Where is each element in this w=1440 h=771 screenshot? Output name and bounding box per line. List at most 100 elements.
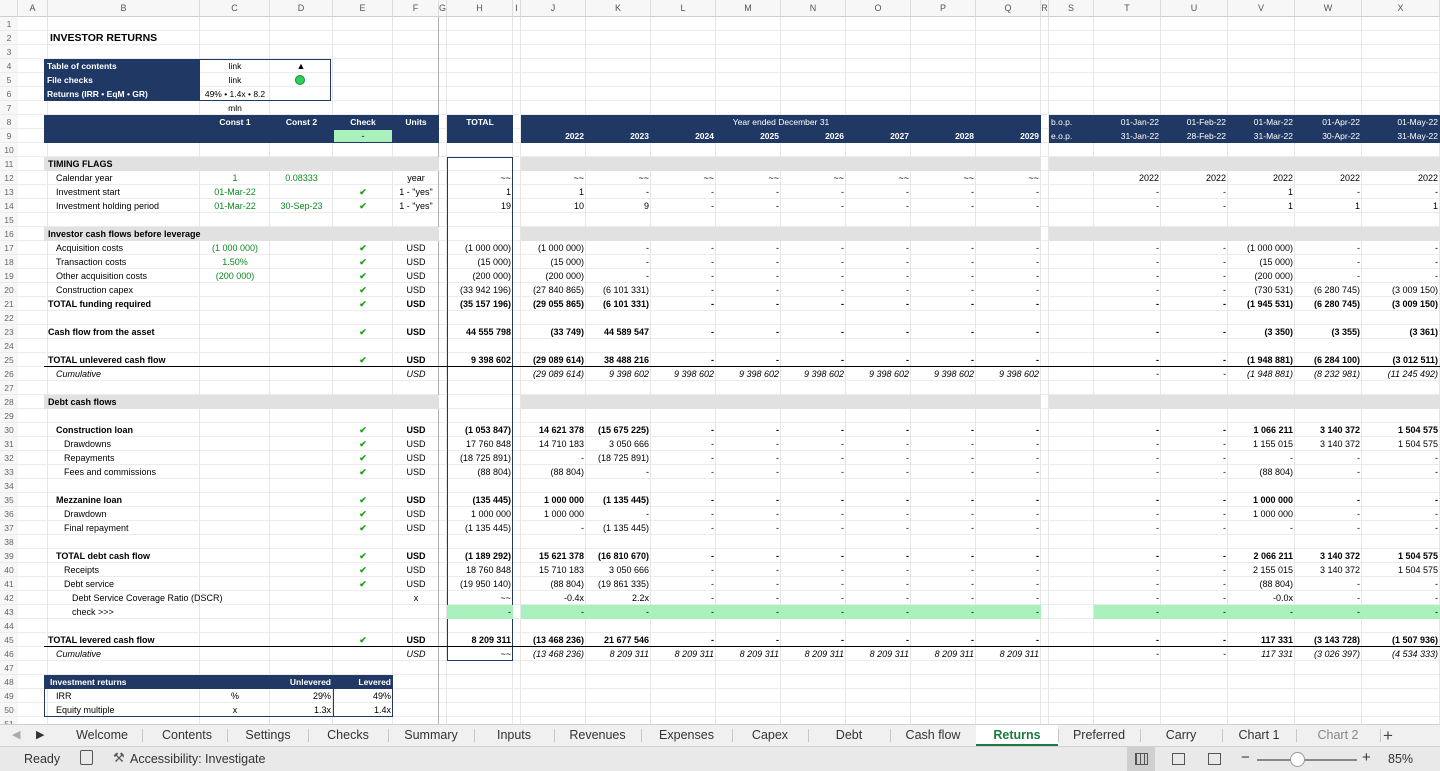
- units-value[interactable]: USD: [393, 647, 439, 661]
- row-header[interactable]: 23: [0, 325, 18, 339]
- month-value[interactable]: (200 000): [1228, 269, 1295, 283]
- month-value[interactable]: 2022: [1094, 171, 1161, 185]
- year-value[interactable]: -: [716, 451, 781, 465]
- month-value[interactable]: 1 000 000: [1228, 493, 1295, 507]
- month-value[interactable]: 3 140 372: [1295, 437, 1362, 451]
- month-value[interactable]: -: [1161, 255, 1228, 269]
- month-value[interactable]: -: [1161, 507, 1228, 521]
- year-value[interactable]: -: [716, 563, 781, 577]
- header-check[interactable]: Check: [333, 115, 393, 129]
- macro-record-icon[interactable]: [80, 750, 93, 765]
- header-period-end[interactable]: 31-Jan-22: [1094, 129, 1161, 143]
- year-value[interactable]: -: [911, 269, 976, 283]
- year-value[interactable]: ~~: [781, 171, 846, 185]
- month-value[interactable]: (1 948 881): [1228, 353, 1295, 367]
- year-value[interactable]: 9 398 602: [586, 367, 651, 381]
- month-value[interactable]: -: [1161, 549, 1228, 563]
- units-value[interactable]: USD: [393, 269, 439, 283]
- row-label[interactable]: Construction loan: [48, 423, 200, 437]
- year-value[interactable]: -: [911, 297, 976, 311]
- year-value[interactable]: -: [911, 437, 976, 451]
- year-value[interactable]: -: [716, 423, 781, 437]
- tab-contents[interactable]: Contents: [147, 725, 227, 746]
- row-header[interactable]: 30: [0, 423, 18, 437]
- row-header[interactable]: 11: [0, 157, 18, 171]
- column-header[interactable]: O: [846, 0, 911, 17]
- check-mark-icon[interactable]: ✔: [333, 199, 393, 213]
- units-value[interactable]: USD: [393, 493, 439, 507]
- year-value[interactable]: -: [716, 437, 781, 451]
- month-value[interactable]: -: [1094, 423, 1161, 437]
- month-value[interactable]: -0.0x: [1228, 591, 1295, 605]
- month-value[interactable]: (88 804): [1228, 577, 1295, 591]
- month-value[interactable]: -: [1362, 255, 1440, 269]
- row-label[interactable]: Final repayment: [48, 521, 200, 535]
- year-value[interactable]: (33 749): [521, 325, 586, 339]
- year-value[interactable]: -: [781, 493, 846, 507]
- year-value[interactable]: -: [911, 577, 976, 591]
- month-value[interactable]: (6 284 100): [1295, 353, 1362, 367]
- year-value[interactable]: -: [651, 521, 716, 535]
- month-value[interactable]: -: [1362, 185, 1440, 199]
- year-value[interactable]: ~~: [976, 171, 1041, 185]
- year-value[interactable]: 9 398 602: [781, 367, 846, 381]
- column-header[interactable]: D: [270, 0, 333, 17]
- total-value[interactable]: 1: [447, 185, 513, 199]
- row-label[interactable]: Acquisition costs: [48, 241, 200, 255]
- header-year[interactable]: 2024: [651, 129, 716, 143]
- row-header[interactable]: 43: [0, 605, 18, 619]
- tab-expenses[interactable]: Expenses: [641, 725, 732, 746]
- year-value[interactable]: ~~: [521, 171, 586, 185]
- row-header[interactable]: 29: [0, 409, 18, 423]
- column-header[interactable]: X: [1362, 0, 1440, 17]
- row-label[interactable]: Transaction costs: [48, 255, 200, 269]
- tab-debt[interactable]: Debt: [808, 725, 890, 746]
- year-value[interactable]: -: [651, 451, 716, 465]
- year-value[interactable]: -: [976, 423, 1041, 437]
- units-value[interactable]: 1 - "yes": [393, 185, 439, 199]
- column-header[interactable]: Q: [976, 0, 1041, 17]
- next-sheet-icon[interactable]: ▶: [36, 728, 44, 741]
- accessibility-icon[interactable]: ⚒: [113, 750, 125, 766]
- year-value[interactable]: (1 135 445): [586, 493, 651, 507]
- total-value[interactable]: (1 135 445): [447, 521, 513, 535]
- month-value[interactable]: 117 331: [1228, 633, 1295, 647]
- year-value[interactable]: -: [846, 241, 911, 255]
- year-value[interactable]: 3 050 666: [586, 563, 651, 577]
- year-value[interactable]: (29 089 614): [521, 367, 586, 381]
- year-value[interactable]: -: [846, 493, 911, 507]
- year-value[interactable]: -: [716, 199, 781, 213]
- header-const1[interactable]: Const 1: [200, 115, 270, 129]
- row-label[interactable]: Repayments: [48, 451, 200, 465]
- header-period-end[interactable]: 30-Apr-22: [1295, 129, 1362, 143]
- year-value[interactable]: -: [976, 269, 1041, 283]
- units-value[interactable]: USD: [393, 255, 439, 269]
- year-value[interactable]: -: [846, 563, 911, 577]
- tab-revenues[interactable]: Revenues: [554, 725, 641, 746]
- row-header[interactable]: 35: [0, 493, 18, 507]
- total-value[interactable]: (15 000): [447, 255, 513, 269]
- row-header[interactable]: 6: [0, 87, 18, 101]
- total-value[interactable]: (200 000): [447, 269, 513, 283]
- month-value[interactable]: (1 948 881): [1228, 367, 1295, 381]
- row-header[interactable]: 17: [0, 241, 18, 255]
- month-value[interactable]: (15 000): [1228, 255, 1295, 269]
- row-header[interactable]: 38: [0, 535, 18, 549]
- row-header[interactable]: 28: [0, 395, 18, 409]
- tab-returns[interactable]: Returns: [976, 725, 1058, 746]
- units-value[interactable]: USD: [393, 241, 439, 255]
- year-value[interactable]: -: [781, 297, 846, 311]
- month-value[interactable]: -: [1161, 297, 1228, 311]
- month-value[interactable]: -: [1161, 605, 1228, 619]
- month-value[interactable]: (3 012 511): [1362, 353, 1440, 367]
- year-value[interactable]: -: [846, 185, 911, 199]
- year-value[interactable]: -: [651, 423, 716, 437]
- month-value[interactable]: -: [1362, 507, 1440, 521]
- year-value[interactable]: ~~: [586, 171, 651, 185]
- month-value[interactable]: -: [1362, 451, 1440, 465]
- header-period-end[interactable]: 28-Feb-22: [1161, 129, 1228, 143]
- const1-value[interactable]: 1: [200, 171, 270, 185]
- column-header[interactable]: G: [439, 0, 447, 17]
- month-value[interactable]: -: [1161, 521, 1228, 535]
- year-value[interactable]: -: [781, 423, 846, 437]
